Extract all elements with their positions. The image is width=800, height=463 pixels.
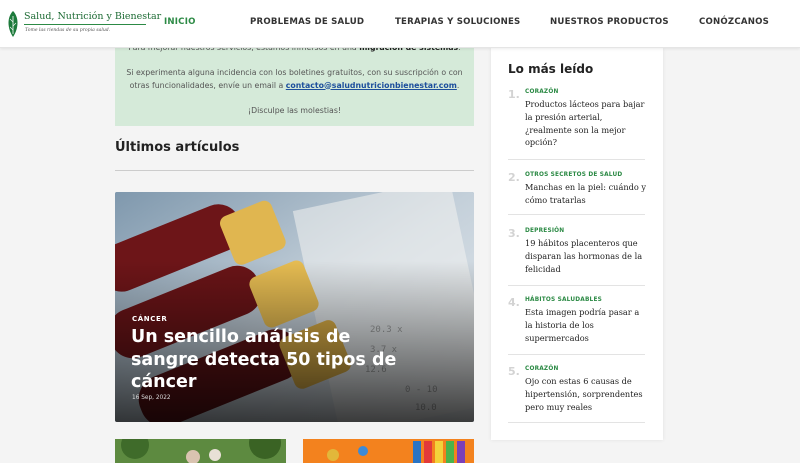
section-divider xyxy=(115,170,474,171)
item-title[interactable]: 19 hábitos placenteros que disparan las … xyxy=(525,237,647,275)
featured-category[interactable]: CÁNCER xyxy=(132,315,167,323)
site-logo[interactable]: Salud, Nutrición y Bienestar Tome las ri… xyxy=(6,8,161,42)
latest-articles-title: Últimos artículos xyxy=(115,140,240,155)
nav-terapias-y-soluciones[interactable]: TERAPIAS Y SOLUCIONES xyxy=(395,17,520,27)
rank-number: 5. xyxy=(508,365,520,378)
logo-tagline: Tome las riendas de su propia salud. xyxy=(25,28,111,33)
item-category[interactable]: CORAZÓN xyxy=(525,366,559,372)
item-category[interactable]: HÁBITOS SALUDABLES xyxy=(525,297,602,303)
most-read-item-5[interactable]: 5. CORAZÓN Ojo con estas 6 causas de hip… xyxy=(508,365,645,423)
leaf-logo-icon xyxy=(8,11,18,37)
nav-nuestros-productos[interactable]: NUESTROS PRODUCTOS xyxy=(550,17,669,27)
item-title[interactable]: Manchas en la piel: cuándo y cómo tratar… xyxy=(525,181,647,207)
people-outdoors-image xyxy=(115,439,286,463)
item-title[interactable]: Productos lácteos para bajar la presión … xyxy=(525,98,647,149)
nav-problemas-de-salud[interactable]: PROBLEMAS DE SALUD xyxy=(250,17,364,27)
nav-conozcanos[interactable]: CONÓZCANOS xyxy=(699,17,769,27)
most-read-item-1[interactable]: 1. CORAZÓN Productos lácteos para bajar … xyxy=(508,88,645,160)
colored-pencils-image xyxy=(303,439,474,463)
rank-number: 3. xyxy=(508,227,520,240)
item-category[interactable]: CORAZÓN xyxy=(525,89,559,95)
article-thumbnail-2[interactable] xyxy=(303,439,474,463)
article-thumbnail-1[interactable] xyxy=(115,439,286,463)
logo-divider xyxy=(24,24,146,25)
notice-line-3: ¡Disculpe las molestias! xyxy=(247,106,342,115)
most-read-item-4[interactable]: 4. HÁBITOS SALUDABLES Esta imagen podría… xyxy=(508,296,645,355)
rank-number: 2. xyxy=(508,171,520,184)
item-category[interactable]: OTROS SECRETOS DE SALUD xyxy=(525,172,622,178)
featured-title[interactable]: Un sencillo análisis de sangre detecta 5… xyxy=(131,326,401,394)
featured-date: 16 Sep, 2022 xyxy=(132,395,171,401)
most-read-item-3[interactable]: 3. DEPRESIÓN 19 hábitos placenteros que … xyxy=(508,227,645,286)
most-read-sidebar: Lo más leído 1. CORAZÓN Productos lácteo… xyxy=(491,48,663,440)
nav-inicio[interactable]: INICIO xyxy=(164,17,196,27)
most-read-item-2[interactable]: 2. OTROS SECRETOS DE SALUD Manchas en la… xyxy=(508,171,647,215)
notice-line-2: Si experimenta alguna incidencia con los… xyxy=(126,68,463,90)
rank-number: 4. xyxy=(508,296,520,309)
featured-article-card[interactable]: 20.3 x 3.7 x 12.6 0 - 10 10.0 CÁNCER Un … xyxy=(115,192,474,422)
item-title[interactable]: Esta imagen podría pasar a la historia d… xyxy=(525,306,647,344)
item-title[interactable]: Ojo con estas 6 causas de hipertensión, … xyxy=(525,375,647,413)
contact-email-link[interactable]: contacto@saludnutricionbienestar.com xyxy=(286,81,457,90)
item-category[interactable]: DEPRESIÓN xyxy=(525,228,564,234)
rank-number: 1. xyxy=(508,88,520,101)
logo-title: Salud, Nutrición y Bienestar xyxy=(24,11,162,22)
most-read-title: Lo más leído xyxy=(508,62,594,76)
site-header: Salud, Nutrición y Bienestar Tome las ri… xyxy=(0,0,800,48)
